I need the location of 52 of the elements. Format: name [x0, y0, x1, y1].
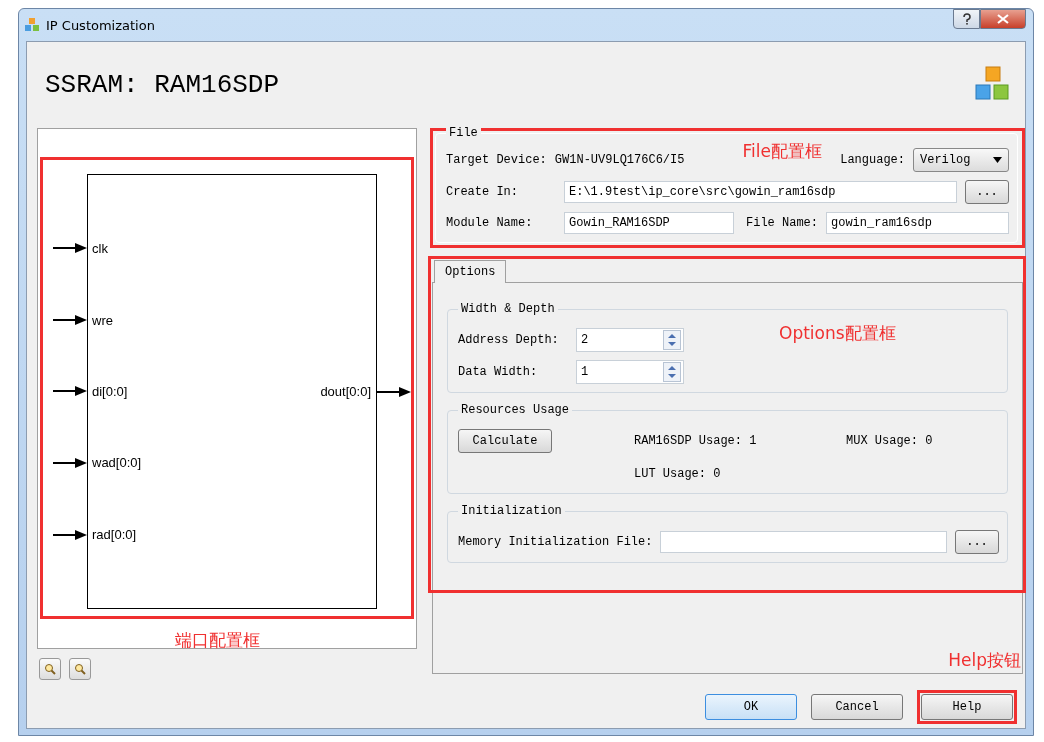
spin-arrows-icon	[663, 330, 681, 350]
port-label: rad[0:0]	[92, 526, 138, 542]
group-legend: Width & Depth	[458, 302, 558, 316]
field-label: Language:	[840, 153, 905, 167]
field-label: Data Width:	[458, 365, 539, 379]
browse-button[interactable]: ...	[965, 180, 1009, 204]
port-label: di[0:0]	[92, 383, 129, 399]
group-legend: Resources Usage	[458, 403, 573, 417]
field-label: Address Depth:	[458, 333, 560, 347]
annotation-label: 端口配置框	[173, 629, 261, 652]
cancel-button[interactable]: Cancel	[811, 694, 903, 720]
page-heading: SSRAM: RAM16SDP	[45, 70, 280, 100]
annotation-label: File配置框	[742, 139, 823, 163]
tab[interactable]: Options	[434, 260, 507, 283]
magnifier-icon	[44, 663, 56, 675]
spin-box[interactable]: 1	[576, 360, 684, 384]
spin-box[interactable]: 2	[576, 328, 684, 352]
close-icon	[997, 14, 1009, 24]
close-button[interactable]	[980, 9, 1026, 29]
magnifier-icon	[74, 663, 86, 675]
port-label: clk	[92, 241, 109, 257]
browse-button[interactable]: ...	[955, 530, 999, 554]
port-label: dout[0:0]	[320, 384, 371, 399]
language-dropdown[interactable]: Verilog	[913, 148, 1009, 172]
file-name-field[interactable]: gowin_ram16sdp	[826, 212, 1009, 234]
spin-arrows-icon	[663, 362, 681, 382]
usage-text: MUX Usage: 0	[846, 434, 934, 448]
field-label: Create In:	[446, 185, 519, 199]
usage-text: LUT Usage: 0	[634, 467, 722, 481]
usage-text: RAM16SDP Usage: 1	[634, 434, 758, 448]
zoom-in-button[interactable]	[39, 658, 61, 680]
create-in-field[interactable]: E:\1.9test\ip_core\src\gowin_ram16sdp	[564, 181, 957, 203]
field-label: Target Device:	[446, 153, 547, 167]
field-label: Memory Initialization File:	[458, 535, 653, 549]
port-label: wre	[92, 312, 114, 328]
help-icon-button[interactable]	[953, 9, 980, 29]
annotation-label: Help按钮	[948, 649, 1021, 672]
cubes-icon	[24, 17, 40, 33]
caret-icon	[993, 157, 1002, 163]
help-button[interactable]: Help	[921, 694, 1013, 720]
ok-button[interactable]: OK	[705, 694, 797, 720]
field-label: Module Name:	[446, 216, 534, 230]
annotation-label: Options配置框	[779, 322, 896, 345]
window-title: IP Customization	[46, 17, 155, 33]
port-label: wad[0:0]	[92, 455, 142, 471]
zoom-out-button[interactable]	[69, 658, 91, 680]
field-label: File Name:	[746, 216, 818, 230]
question-mark-icon	[961, 13, 972, 25]
init-file-field[interactable]	[660, 531, 947, 553]
module-name-field[interactable]: Gowin_RAM16SDP	[564, 212, 734, 234]
target-device-text: GW1N-UV9LQ176C6/I5	[554, 153, 685, 167]
calculate-button[interactable]: Calculate	[458, 429, 552, 453]
